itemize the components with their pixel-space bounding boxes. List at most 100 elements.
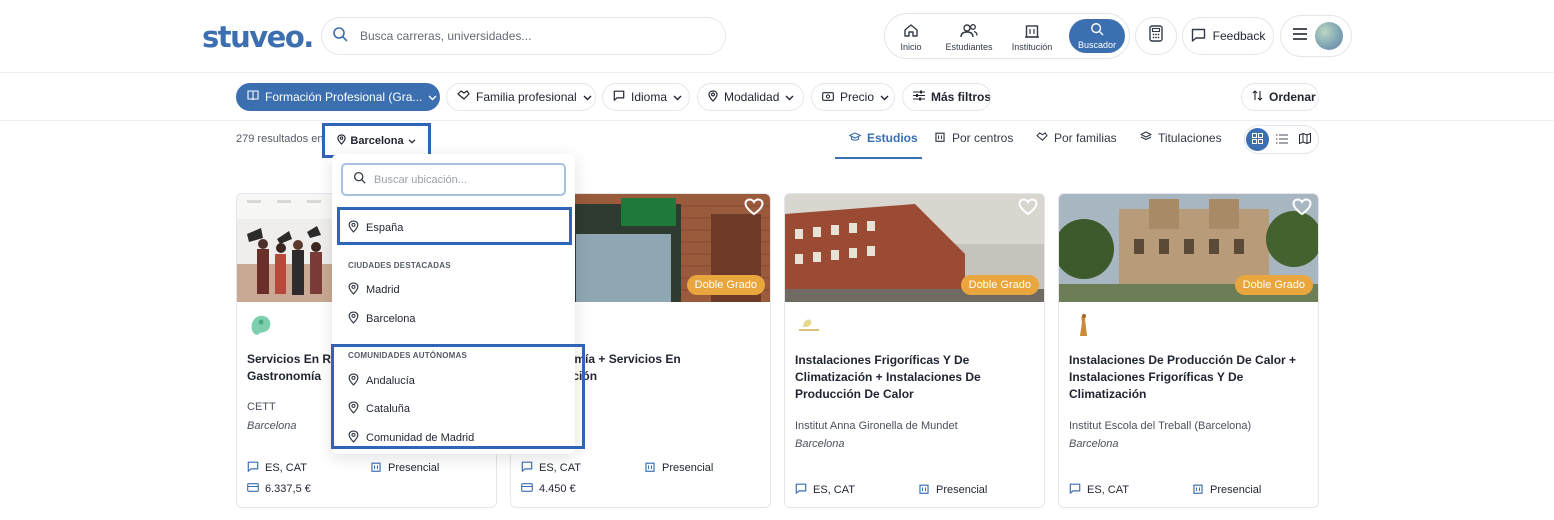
location-option-espana[interactable]: España — [348, 220, 403, 236]
handshake-icon — [457, 90, 470, 104]
tab-titulaciones[interactable]: Titulaciones — [1140, 123, 1224, 159]
feedback-button[interactable]: Feedback — [1182, 17, 1274, 55]
favorite-heart-icon[interactable] — [1292, 198, 1312, 221]
filter-familia-profesional[interactable]: Familia profesional — [446, 83, 596, 111]
card-languages: ES, CAT — [1069, 483, 1129, 497]
chevron-down-icon — [880, 90, 889, 104]
card-modality-label: Presencial — [936, 484, 988, 496]
credit-card-icon — [521, 483, 533, 495]
card-modality: Presencial — [1192, 483, 1261, 497]
tab-por-centros-label: Por centros — [952, 131, 1014, 145]
card-city: Barcelona — [1069, 438, 1119, 450]
filter-formacion-profesional[interactable]: Formación Profesional (Gra... — [236, 83, 440, 111]
location-search-field[interactable] — [341, 163, 566, 196]
institution-logo — [1069, 310, 1097, 338]
card-languages-label: ES, CAT — [265, 462, 307, 474]
filter-precio[interactable]: Precio — [811, 83, 895, 111]
study-card[interactable]: Doble Grado Instalaciones Frigoríficas Y… — [784, 193, 1045, 508]
card-title: Instalaciones De Producción De Calor + I… — [1069, 353, 1297, 401]
map-view-button[interactable] — [1293, 128, 1316, 151]
location-option-label: Comunidad de Madrid — [366, 432, 475, 444]
list-view-button[interactable] — [1270, 128, 1293, 151]
location-option-cataluna[interactable]: Cataluña — [348, 401, 410, 417]
pin-icon — [348, 430, 359, 446]
card-modality: Presencial — [918, 483, 987, 497]
pin-icon — [348, 401, 359, 417]
card-languages: ES, CAT — [247, 461, 307, 475]
pin-icon — [348, 282, 359, 298]
nav-inicio-label: Inicio — [900, 41, 922, 52]
card-modality: Presencial — [370, 461, 439, 475]
location-search-input[interactable] — [374, 173, 554, 186]
search-icon — [353, 171, 366, 189]
tab-estudios[interactable]: Estudios — [835, 123, 922, 159]
doble-grado-badge: Doble Grado — [686, 275, 765, 295]
global-search-bar[interactable] — [321, 17, 726, 55]
filter-idioma[interactable]: Idioma — [602, 83, 690, 111]
location-option-madrid[interactable]: Madrid — [348, 282, 400, 298]
top-header: stuveo. Inicio Estudiantes Institución B… — [0, 0, 1554, 73]
search-icon — [332, 26, 348, 47]
card-price: 6.337,5 € — [247, 483, 311, 495]
avatar — [1315, 22, 1343, 50]
chat-icon — [247, 461, 259, 475]
nav-estudiantes[interactable]: Estudiantes — [939, 14, 999, 60]
doble-grado-badge: Doble Grado — [960, 275, 1039, 295]
card-institution: Institut Escola del Treball (Barcelona) — [1069, 420, 1252, 432]
calculator-icon — [1149, 25, 1163, 47]
location-option-label: España — [366, 222, 404, 234]
chat-icon — [521, 461, 533, 475]
location-option-comunidad-de-madrid[interactable]: Comunidad de Madrid — [348, 430, 474, 446]
favorite-heart-icon[interactable] — [1018, 198, 1038, 221]
grid-view-button[interactable] — [1246, 128, 1269, 151]
search-icon — [1090, 22, 1104, 40]
stuveo-logo[interactable]: stuveo. — [202, 20, 314, 54]
sort-icon — [1252, 90, 1263, 104]
card-modality: Presencial — [644, 461, 713, 475]
location-option-label: Barcelona — [366, 313, 416, 325]
global-search-input[interactable] — [360, 29, 690, 43]
tab-por-familias[interactable]: Por familias — [1036, 123, 1120, 159]
filter-modalidad[interactable]: Modalidad — [697, 83, 804, 111]
filter-familia-label: Familia profesional — [476, 90, 577, 104]
tab-por-centros[interactable]: Por centros — [934, 123, 1014, 159]
card-languages-label: ES, CAT — [813, 484, 855, 496]
institution-icon — [1192, 483, 1204, 497]
section-comunidades-autonomas: COMUNIDADES AUTÓNOMAS — [348, 351, 468, 360]
location-selector[interactable]: Barcelona — [322, 123, 431, 158]
nav-buscador[interactable]: Buscador — [1069, 19, 1125, 53]
tab-titulaciones-label: Titulaciones — [1158, 131, 1222, 145]
location-option-label: Cataluña — [366, 403, 411, 415]
card-price-label: 6.337,5 € — [265, 483, 311, 495]
location-selector-label: Barcelona — [350, 134, 404, 147]
card-city: Barcelona — [247, 420, 297, 432]
user-menu-button[interactable] — [1280, 15, 1352, 57]
institution-logo — [247, 310, 275, 338]
location-option-barcelona[interactable]: Barcelona — [348, 311, 416, 327]
study-card[interactable]: Doble Grado Instalaciones De Producción … — [1058, 193, 1319, 508]
card-languages: ES, CAT — [795, 483, 855, 497]
favorite-heart-icon[interactable] — [744, 198, 764, 221]
cash-icon — [822, 90, 834, 104]
nav-institucion[interactable]: Institución — [1005, 14, 1059, 60]
nav-institucion-label: Institución — [1011, 41, 1053, 52]
location-option-label: Andalucía — [366, 375, 415, 387]
results-count: 279 resultados en — [236, 133, 324, 145]
layers-icon — [1140, 131, 1152, 145]
nav-inicio[interactable]: Inicio — [891, 14, 931, 60]
card-modality-label: Presencial — [1210, 484, 1262, 496]
location-option-andalucia[interactable]: Andalucía — [348, 373, 415, 389]
sliders-icon — [913, 90, 925, 104]
nav-estudiantes-label: Estudiantes — [945, 41, 993, 52]
list-icon — [1275, 131, 1288, 149]
card-modality-label: Presencial — [388, 462, 440, 474]
hamburger-icon — [1293, 27, 1307, 45]
filter-idioma-label: Idioma — [631, 90, 668, 104]
calculator-button[interactable] — [1135, 17, 1177, 55]
chat-icon — [1191, 28, 1206, 45]
institution-logo — [795, 310, 823, 338]
card-city: Barcelona — [795, 438, 845, 450]
map-icon — [1298, 131, 1311, 149]
filter-mas-filtros[interactable]: Más filtros — [902, 83, 991, 111]
sort-button[interactable]: Ordenar — [1241, 83, 1319, 111]
